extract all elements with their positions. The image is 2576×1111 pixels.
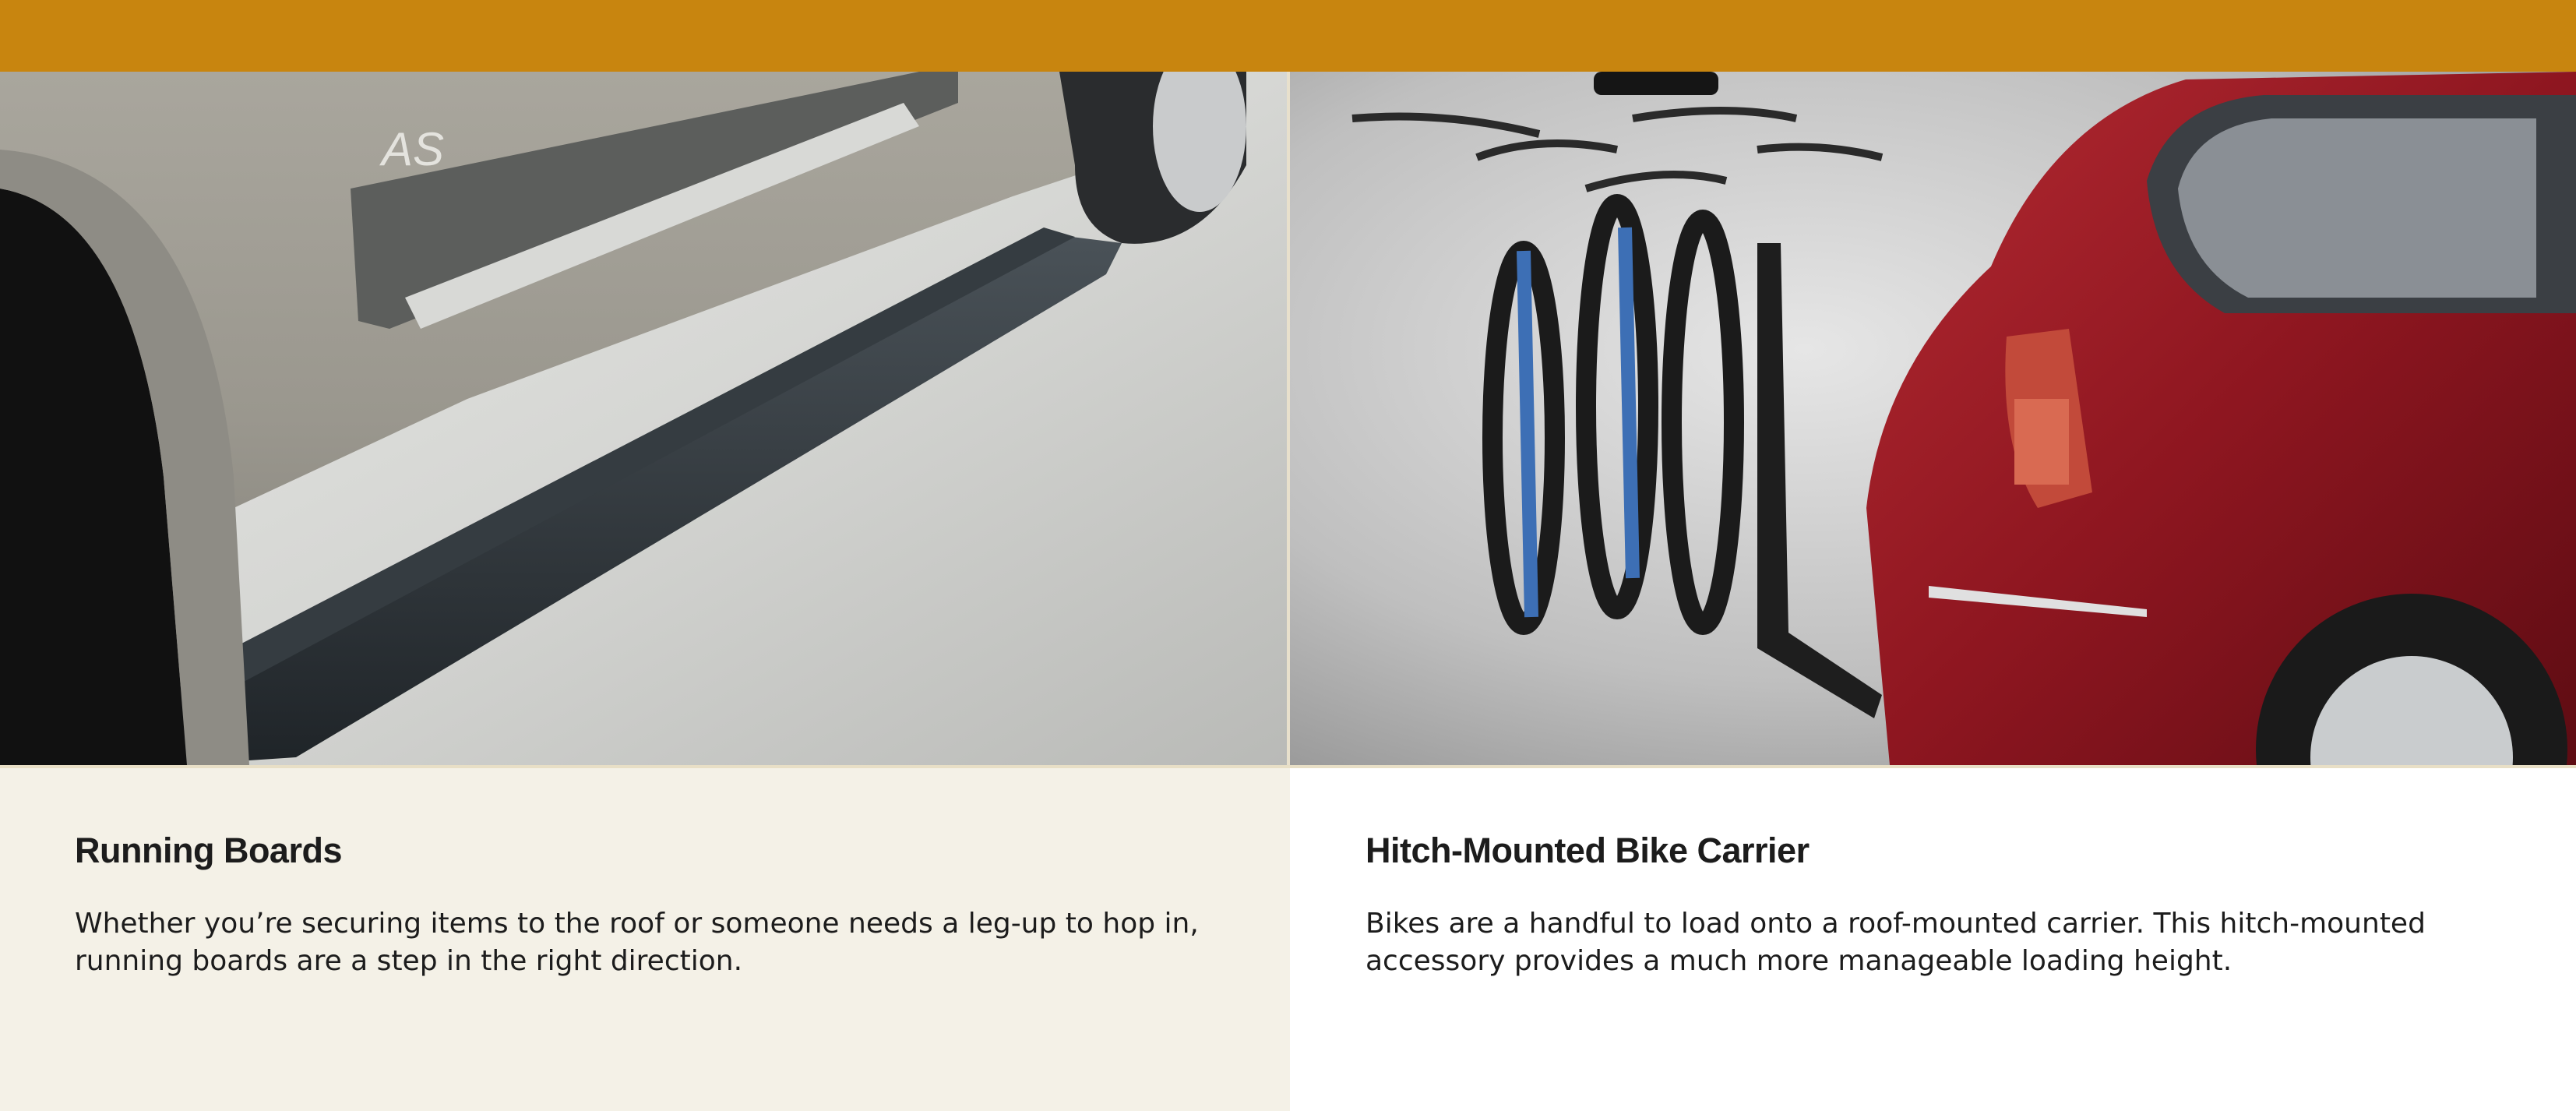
bike-carrier-panel: Hitch-Mounted Bike Carrier Bikes are a h… [1290, 768, 2576, 1111]
running-boards-panel: Running Boards Whether you’re securing i… [0, 768, 1290, 1111]
running-boards-illustration: AS [0, 72, 1287, 765]
bike-carrier-illustration [1290, 72, 2576, 765]
svg-text:AS: AS [379, 123, 444, 175]
bike-carrier-photo [1290, 72, 2576, 765]
running-boards-description: Whether you’re securing items to the roo… [75, 908, 1199, 977]
running-boards-photo: AS [0, 72, 1287, 765]
running-boards-title: Running Boards [75, 831, 342, 870]
bike-carrier-title: Hitch-Mounted Bike Carrier [1366, 831, 1810, 870]
bike-carrier-description: Bikes are a handful to load onto a roof-… [1366, 908, 2426, 977]
top-color-bar [0, 0, 2576, 72]
